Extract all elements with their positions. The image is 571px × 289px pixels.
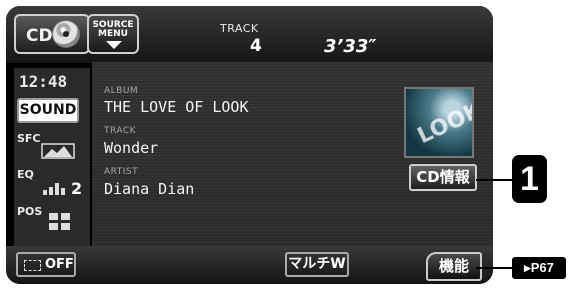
callout-line-cd-info bbox=[476, 179, 512, 181]
track-label: TRACK bbox=[104, 126, 137, 136]
head-unit-screen: CD SOURCE MENU TRACK 4 3’33″ 12:48 SOUND… bbox=[6, 6, 493, 284]
elapsed-time: 3’33″ bbox=[324, 36, 377, 57]
source-menu-line2: MENU bbox=[98, 29, 128, 39]
left-status-panel: 12:48 SOUND SFC EQ 2 POS bbox=[14, 68, 90, 246]
cd-label: CD bbox=[26, 26, 53, 46]
off-button[interactable]: OFF bbox=[16, 252, 76, 277]
sfc-label: SFC bbox=[17, 132, 41, 145]
sfc-icon bbox=[41, 143, 75, 159]
page-reference-label: P67 bbox=[530, 260, 554, 275]
callout-line-function bbox=[476, 267, 512, 269]
artist-label: ARTIST bbox=[104, 167, 139, 177]
cd-disc-icon bbox=[53, 21, 79, 47]
pos-icon bbox=[49, 213, 70, 230]
pos-label: POS bbox=[17, 205, 43, 218]
page-reference: ▸P67 bbox=[512, 257, 566, 279]
album-art: LOOK bbox=[404, 87, 474, 158]
track-value: Wonder bbox=[104, 139, 159, 157]
down-arrow-icon bbox=[106, 41, 122, 49]
cd-info-button[interactable]: CD情報 bbox=[409, 164, 477, 191]
eq-icon bbox=[43, 183, 65, 195]
eq-label: EQ bbox=[17, 168, 34, 181]
album-art-text: LOOK bbox=[413, 97, 474, 150]
album-label: ALBUM bbox=[104, 86, 139, 96]
multi-w-button[interactable]: マルチW bbox=[285, 252, 349, 277]
callout-number-badge: 1 bbox=[512, 155, 547, 203]
sound-button[interactable]: SOUND bbox=[17, 98, 79, 123]
track-heading: TRACK bbox=[220, 22, 259, 35]
album-value: THE LOVE OF LOOK bbox=[104, 98, 249, 116]
off-indicator-icon bbox=[24, 260, 41, 271]
source-menu-button[interactable]: SOURCE MENU bbox=[87, 14, 139, 54]
cd-source-button[interactable]: CD bbox=[14, 14, 90, 54]
function-button[interactable]: 機能 bbox=[426, 252, 482, 281]
off-label: OFF bbox=[45, 257, 74, 272]
eq-value: 2 bbox=[71, 179, 83, 198]
bottom-bar bbox=[6, 246, 493, 284]
clock: 12:48 bbox=[19, 72, 68, 91]
track-number: 4 bbox=[250, 36, 262, 56]
artist-value: Diana Dian bbox=[104, 180, 195, 198]
